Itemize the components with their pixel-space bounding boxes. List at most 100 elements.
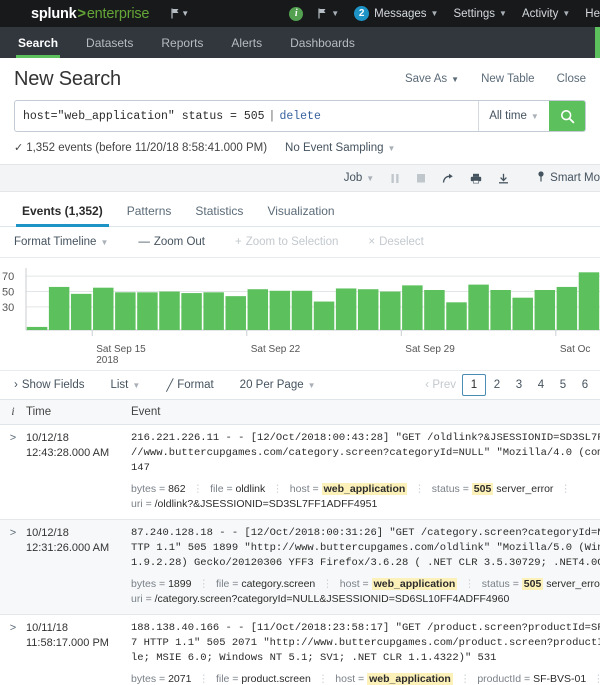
list-view-menu[interactable]: List▼ <box>110 379 140 391</box>
event-uri-field[interactable]: uri = /oldlink?&JSESSIONID=SD3SL7FF1ADFF… <box>131 497 600 512</box>
event-sampling-menu[interactable]: No Event Sampling▼ <box>285 142 395 154</box>
time-range-picker[interactable]: All time▼ <box>478 101 549 131</box>
event-uri-field[interactable]: uri = /category.screen?categoryId=NULL&J… <box>131 592 600 607</box>
zoom-out-button[interactable]: —Zoom Out <box>138 236 205 248</box>
print-icon[interactable] <box>470 173 482 184</box>
field-value[interactable]: 862 <box>168 483 186 495</box>
field-key: uri = <box>131 498 155 510</box>
nav-item-alerts[interactable]: Alerts <box>217 27 276 58</box>
field-value[interactable]: oldlink <box>236 483 266 495</box>
event-fields: bytes = 2071⋮file = product.screen⋮host … <box>131 671 600 685</box>
chevron-down-icon: ▼ <box>531 112 539 121</box>
table-row[interactable]: >10/12/1812:43:28.000 AM216.221.226.11 -… <box>0 425 600 520</box>
field-key[interactable]: bytes = <box>131 673 168 685</box>
per-page-menu[interactable]: 20 Per Page▼ <box>240 379 316 391</box>
field-value[interactable]: web_application <box>367 673 453 685</box>
secondary-flag-icon[interactable]: ▼ <box>318 8 339 19</box>
new-table-button[interactable]: New Table <box>481 73 535 85</box>
event-timestamp[interactable]: 10/11/1811:58:17.000 PM <box>26 621 131 685</box>
deselect-button[interactable]: ×Deselect <box>368 236 423 248</box>
search-input[interactable]: host="web_application" status = 505 | de… <box>15 101 478 131</box>
page-button-1[interactable]: 1 <box>462 374 486 396</box>
save-as-button[interactable]: Save As▼ <box>405 73 459 85</box>
search-submit-button[interactable] <box>549 101 585 131</box>
field-key[interactable]: productId = <box>477 673 533 685</box>
timeline-chart[interactable]: 305070 <box>0 264 600 344</box>
stop-icon[interactable] <box>416 173 426 184</box>
field-separator: ⋮ <box>272 483 283 495</box>
column-header-info: i <box>0 406 26 418</box>
field-key[interactable]: host = <box>335 673 367 685</box>
field-key: uri = <box>131 593 155 605</box>
event-timestamp[interactable]: 10/12/1812:31:26.000 AM <box>26 526 131 607</box>
page-button-2[interactable]: 2 <box>486 379 508 391</box>
table-row[interactable]: >10/12/1812:31:26.000 AM87.240.128.18 - … <box>0 520 600 615</box>
expand-row-icon[interactable]: > <box>0 621 26 685</box>
event-raw-line: 7 HTTP 1.1" 505 2071 "http://www.butterc… <box>131 636 600 651</box>
field-value[interactable]: web_application <box>322 483 408 495</box>
settings-menu[interactable]: Settings ▼ <box>453 8 506 20</box>
help-menu[interactable]: He <box>585 8 600 20</box>
settings-label: Settings <box>453 8 495 20</box>
page-button-4[interactable]: 4 <box>530 379 552 391</box>
expand-row-icon[interactable]: > <box>0 431 26 512</box>
pause-icon[interactable] <box>390 173 400 184</box>
format-button[interactable]: ╱Format <box>166 378 213 392</box>
column-header-event[interactable]: Event <box>131 406 600 418</box>
field-key[interactable]: bytes = <box>131 578 168 590</box>
messages-menu[interactable]: 2 Messages ▼ <box>354 6 438 21</box>
field-key[interactable]: status = <box>432 483 472 495</box>
svg-text:30: 30 <box>2 302 14 314</box>
tab-statistics[interactable]: Statistics <box>183 196 255 226</box>
tab-visualization[interactable]: Visualization <box>255 196 346 226</box>
field-key[interactable]: host = <box>340 578 372 590</box>
event-raw-line: 1.9.2.28) Gecko/20120306 YFF3 Firefox/3.… <box>131 556 600 571</box>
nav-item-datasets[interactable]: Datasets <box>72 27 147 58</box>
field-value[interactable]: 505 <box>522 578 544 590</box>
field-key[interactable]: file = <box>216 578 241 590</box>
field-key[interactable]: status = <box>482 578 522 590</box>
share-icon[interactable] <box>442 173 454 184</box>
field-value[interactable]: category.screen <box>241 578 315 590</box>
search-bar: host="web_application" status = 505 | de… <box>14 100 586 132</box>
event-raw-line: TTP 1.1" 505 1899 "http://www.buttercupg… <box>131 541 600 556</box>
format-timeline-menu[interactable]: Format Timeline▼ <box>14 236 108 248</box>
field-value[interactable]: product.screen <box>241 673 310 685</box>
field-key[interactable]: host = <box>290 483 322 495</box>
close-button[interactable]: Close <box>557 73 586 85</box>
search-mode-selector[interactable]: Smart Mo <box>537 171 600 185</box>
column-header-time[interactable]: Time <box>26 406 131 418</box>
event-time: 11:58:17.000 PM <box>26 636 131 651</box>
tab-events[interactable]: Events (1,352) <box>10 196 115 226</box>
x-axis-tick-label: Sat Sep 22 <box>251 344 300 355</box>
field-key[interactable]: file = <box>210 483 235 495</box>
field-value[interactable]: 1899 <box>168 578 191 590</box>
table-row[interactable]: >10/11/1811:58:17.000 PM188.138.40.166 -… <box>0 615 600 685</box>
field-value[interactable]: web_application <box>372 578 458 590</box>
splunk-logo[interactable]: splunk>enterprise <box>31 6 149 22</box>
nav-item-search[interactable]: Search <box>4 27 72 58</box>
field-value[interactable]: SF-BVS-01 <box>533 673 586 685</box>
nav-item-reports[interactable]: Reports <box>147 27 217 58</box>
expand-row-icon[interactable]: > <box>0 526 26 607</box>
export-icon[interactable] <box>498 173 509 184</box>
field-key[interactable]: bytes = <box>131 483 168 495</box>
field-value[interactable]: 2071 <box>168 673 191 685</box>
field-key[interactable]: file = <box>216 673 241 685</box>
page-button-5[interactable]: 5 <box>552 379 574 391</box>
field-value[interactable]: 505 <box>472 483 494 495</box>
page-button-3[interactable]: 3 <box>508 379 530 391</box>
job-menu[interactable]: Job▼ <box>344 172 374 184</box>
event-timestamp[interactable]: 10/12/1812:43:28.000 AM <box>26 431 131 512</box>
activity-menu[interactable]: Activity ▼ <box>522 8 570 20</box>
tab-patterns[interactable]: Patterns <box>115 196 184 226</box>
page-button-6[interactable]: 6 <box>574 379 596 391</box>
show-fields-button[interactable]: ›Show Fields <box>14 379 84 391</box>
info-badge[interactable]: i <box>289 7 303 21</box>
pin-icon <box>537 171 545 185</box>
nav-label: Alerts <box>231 36 262 50</box>
nav-item-dashboards[interactable]: Dashboards <box>276 27 369 58</box>
app-flag-icon[interactable]: ▼ <box>171 8 189 19</box>
zoom-to-selection-button[interactable]: +Zoom to Selection <box>235 236 338 248</box>
prev-page-button[interactable]: ‹ Prev <box>425 379 456 391</box>
